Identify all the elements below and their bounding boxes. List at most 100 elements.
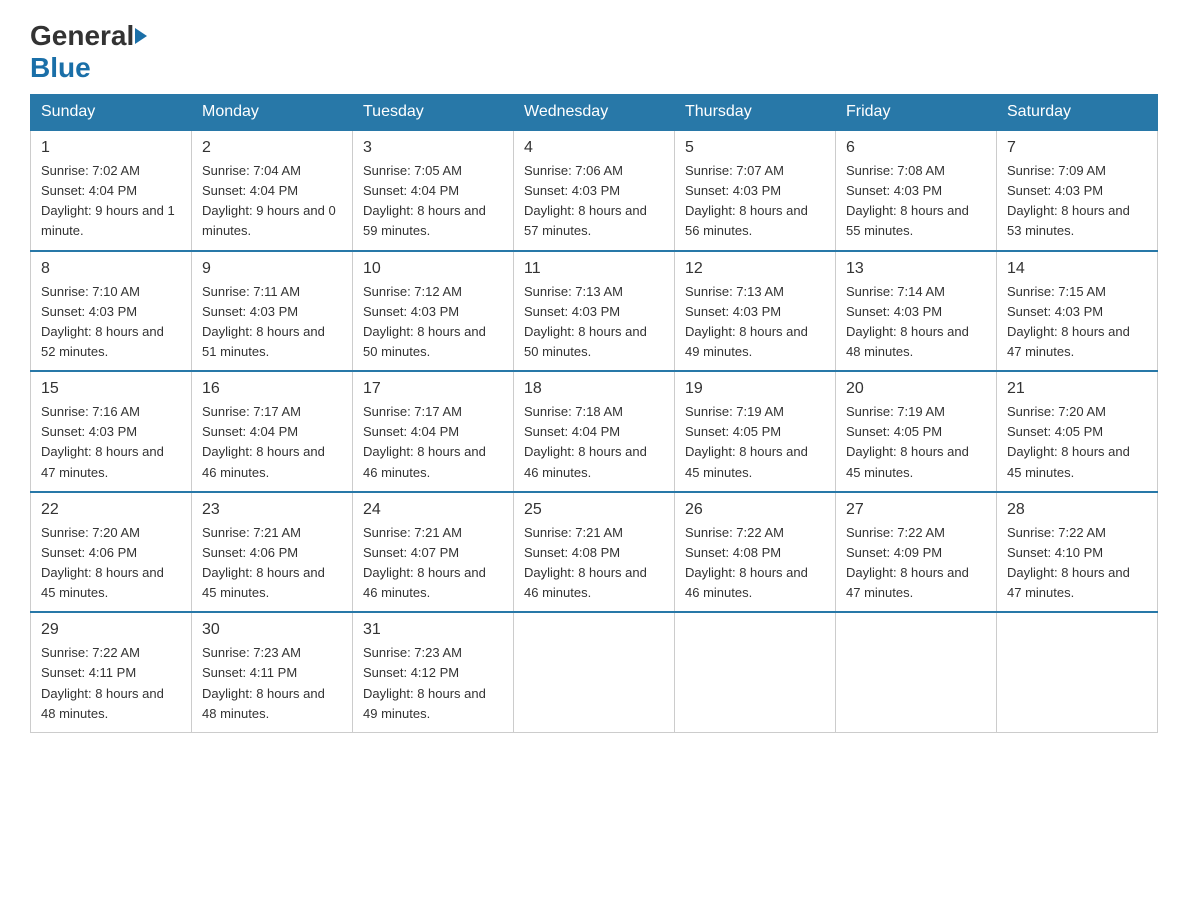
day-number: 5 — [685, 139, 825, 157]
calendar-day-cell: 18 Sunrise: 7:18 AM Sunset: 4:04 PM Dayl… — [514, 371, 675, 492]
calendar-day-cell: 17 Sunrise: 7:17 AM Sunset: 4:04 PM Dayl… — [353, 371, 514, 492]
daylight-label: Daylight: 8 hours and 50 minutes. — [363, 324, 486, 359]
sunset-label: Sunset: 4:05 PM — [685, 424, 781, 439]
day-info: Sunrise: 7:20 AM Sunset: 4:06 PM Dayligh… — [41, 523, 181, 604]
sunrise-label: Sunrise: 7:11 AM — [202, 284, 300, 299]
day-info: Sunrise: 7:17 AM Sunset: 4:04 PM Dayligh… — [363, 402, 503, 483]
sunset-label: Sunset: 4:03 PM — [363, 304, 459, 319]
calendar-day-cell: 15 Sunrise: 7:16 AM Sunset: 4:03 PM Dayl… — [31, 371, 192, 492]
calendar-empty-cell — [836, 612, 997, 732]
sunset-label: Sunset: 4:04 PM — [524, 424, 620, 439]
calendar-week-row: 15 Sunrise: 7:16 AM Sunset: 4:03 PM Dayl… — [31, 371, 1158, 492]
day-number: 17 — [363, 380, 503, 398]
day-number: 8 — [41, 260, 181, 278]
sunset-label: Sunset: 4:03 PM — [1007, 304, 1103, 319]
day-number: 22 — [41, 501, 181, 519]
daylight-label: Daylight: 8 hours and 45 minutes. — [202, 565, 325, 600]
day-number: 11 — [524, 260, 664, 278]
daylight-label: Daylight: 9 hours and 0 minutes. — [202, 203, 336, 238]
day-number: 26 — [685, 501, 825, 519]
page-header: General Blue — [30, 20, 1158, 84]
day-header-saturday: Saturday — [997, 95, 1158, 131]
day-number: 30 — [202, 621, 342, 639]
sunset-label: Sunset: 4:07 PM — [363, 545, 459, 560]
sunrise-label: Sunrise: 7:16 AM — [41, 404, 140, 419]
daylight-label: Daylight: 8 hours and 45 minutes. — [41, 565, 164, 600]
sunrise-label: Sunrise: 7:06 AM — [524, 163, 623, 178]
sunset-label: Sunset: 4:06 PM — [202, 545, 298, 560]
daylight-label: Daylight: 8 hours and 48 minutes. — [41, 686, 164, 721]
calendar-day-cell: 16 Sunrise: 7:17 AM Sunset: 4:04 PM Dayl… — [192, 371, 353, 492]
calendar-day-cell: 28 Sunrise: 7:22 AM Sunset: 4:10 PM Dayl… — [997, 492, 1158, 613]
logo: General Blue — [30, 20, 147, 84]
day-number: 1 — [41, 139, 181, 157]
sunset-label: Sunset: 4:11 PM — [41, 665, 136, 680]
calendar-day-cell: 6 Sunrise: 7:08 AM Sunset: 4:03 PM Dayli… — [836, 130, 997, 251]
daylight-label: Daylight: 8 hours and 49 minutes. — [363, 686, 486, 721]
calendar-empty-cell — [997, 612, 1158, 732]
daylight-label: Daylight: 9 hours and 1 minute. — [41, 203, 175, 238]
calendar-day-cell: 14 Sunrise: 7:15 AM Sunset: 4:03 PM Dayl… — [997, 251, 1158, 372]
calendar-day-cell: 20 Sunrise: 7:19 AM Sunset: 4:05 PM Dayl… — [836, 371, 997, 492]
daylight-label: Daylight: 8 hours and 48 minutes. — [846, 324, 969, 359]
calendar-day-cell: 4 Sunrise: 7:06 AM Sunset: 4:03 PM Dayli… — [514, 130, 675, 251]
sunset-label: Sunset: 4:08 PM — [524, 545, 620, 560]
logo-triangle-icon — [135, 28, 147, 44]
daylight-label: Daylight: 8 hours and 46 minutes. — [363, 444, 486, 479]
day-number: 2 — [202, 139, 342, 157]
calendar-day-cell: 1 Sunrise: 7:02 AM Sunset: 4:04 PM Dayli… — [31, 130, 192, 251]
calendar-day-cell: 9 Sunrise: 7:11 AM Sunset: 4:03 PM Dayli… — [192, 251, 353, 372]
calendar-day-cell: 3 Sunrise: 7:05 AM Sunset: 4:04 PM Dayli… — [353, 130, 514, 251]
day-info: Sunrise: 7:14 AM Sunset: 4:03 PM Dayligh… — [846, 282, 986, 363]
sunset-label: Sunset: 4:03 PM — [41, 304, 137, 319]
day-number: 10 — [363, 260, 503, 278]
sunrise-label: Sunrise: 7:23 AM — [363, 645, 462, 660]
day-info: Sunrise: 7:21 AM Sunset: 4:08 PM Dayligh… — [524, 523, 664, 604]
sunrise-label: Sunrise: 7:22 AM — [685, 525, 784, 540]
day-info: Sunrise: 7:19 AM Sunset: 4:05 PM Dayligh… — [685, 402, 825, 483]
sunrise-label: Sunrise: 7:13 AM — [524, 284, 623, 299]
sunrise-label: Sunrise: 7:21 AM — [202, 525, 301, 540]
sunset-label: Sunset: 4:03 PM — [524, 183, 620, 198]
day-info: Sunrise: 7:18 AM Sunset: 4:04 PM Dayligh… — [524, 402, 664, 483]
daylight-label: Daylight: 8 hours and 56 minutes. — [685, 203, 808, 238]
calendar-day-cell: 26 Sunrise: 7:22 AM Sunset: 4:08 PM Dayl… — [675, 492, 836, 613]
sunrise-label: Sunrise: 7:10 AM — [41, 284, 140, 299]
sunrise-label: Sunrise: 7:08 AM — [846, 163, 945, 178]
sunset-label: Sunset: 4:06 PM — [41, 545, 137, 560]
sunset-label: Sunset: 4:03 PM — [524, 304, 620, 319]
daylight-label: Daylight: 8 hours and 46 minutes. — [363, 565, 486, 600]
sunrise-label: Sunrise: 7:21 AM — [524, 525, 623, 540]
day-info: Sunrise: 7:22 AM Sunset: 4:09 PM Dayligh… — [846, 523, 986, 604]
sunset-label: Sunset: 4:05 PM — [1007, 424, 1103, 439]
sunrise-label: Sunrise: 7:17 AM — [363, 404, 462, 419]
calendar-empty-cell — [675, 612, 836, 732]
day-info: Sunrise: 7:23 AM Sunset: 4:12 PM Dayligh… — [363, 643, 503, 724]
day-info: Sunrise: 7:22 AM Sunset: 4:08 PM Dayligh… — [685, 523, 825, 604]
daylight-label: Daylight: 8 hours and 46 minutes. — [524, 565, 647, 600]
calendar-day-cell: 2 Sunrise: 7:04 AM Sunset: 4:04 PM Dayli… — [192, 130, 353, 251]
day-info: Sunrise: 7:23 AM Sunset: 4:11 PM Dayligh… — [202, 643, 342, 724]
calendar-empty-cell — [514, 612, 675, 732]
calendar-day-cell: 8 Sunrise: 7:10 AM Sunset: 4:03 PM Dayli… — [31, 251, 192, 372]
daylight-label: Daylight: 8 hours and 46 minutes. — [685, 565, 808, 600]
sunset-label: Sunset: 4:04 PM — [363, 424, 459, 439]
sunrise-label: Sunrise: 7:19 AM — [685, 404, 784, 419]
day-info: Sunrise: 7:05 AM Sunset: 4:04 PM Dayligh… — [363, 161, 503, 242]
daylight-label: Daylight: 8 hours and 55 minutes. — [846, 203, 969, 238]
sunrise-label: Sunrise: 7:04 AM — [202, 163, 301, 178]
calendar-week-row: 1 Sunrise: 7:02 AM Sunset: 4:04 PM Dayli… — [31, 130, 1158, 251]
day-info: Sunrise: 7:10 AM Sunset: 4:03 PM Dayligh… — [41, 282, 181, 363]
day-info: Sunrise: 7:17 AM Sunset: 4:04 PM Dayligh… — [202, 402, 342, 483]
day-number: 28 — [1007, 501, 1147, 519]
daylight-label: Daylight: 8 hours and 52 minutes. — [41, 324, 164, 359]
daylight-label: Daylight: 8 hours and 46 minutes. — [524, 444, 647, 479]
day-number: 20 — [846, 380, 986, 398]
logo-general: General — [30, 20, 134, 52]
sunrise-label: Sunrise: 7:07 AM — [685, 163, 784, 178]
calendar-day-cell: 13 Sunrise: 7:14 AM Sunset: 4:03 PM Dayl… — [836, 251, 997, 372]
calendar-day-cell: 24 Sunrise: 7:21 AM Sunset: 4:07 PM Dayl… — [353, 492, 514, 613]
day-info: Sunrise: 7:09 AM Sunset: 4:03 PM Dayligh… — [1007, 161, 1147, 242]
sunrise-label: Sunrise: 7:09 AM — [1007, 163, 1106, 178]
daylight-label: Daylight: 8 hours and 45 minutes. — [1007, 444, 1130, 479]
